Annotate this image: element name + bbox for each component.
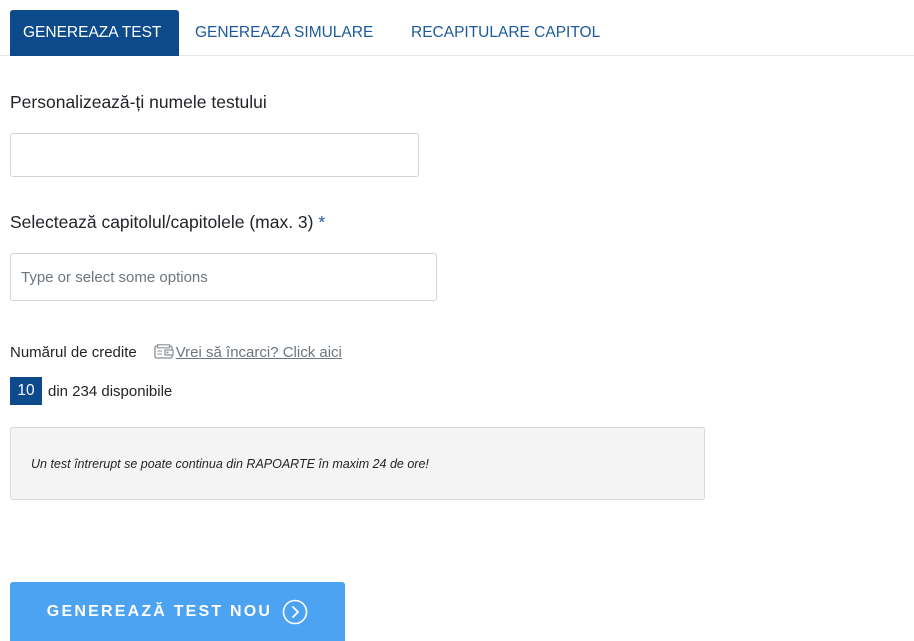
test-name-input[interactable]: [10, 133, 419, 177]
credit-count-row: 10 din 234 disponibile: [10, 377, 172, 405]
info-notice: Un test întrerupt se poate continua din …: [10, 427, 705, 500]
tab-genereaza-simulare[interactable]: GENEREAZA SIMULARE: [195, 10, 373, 56]
tab-bar: GENEREAZA TEST GENEREAZA SIMULARE RECAPI…: [0, 0, 914, 56]
tab-recapitulare-capitol[interactable]: RECAPITULARE CAPITOL: [411, 10, 600, 56]
credits-row: Numărul de credite Vrei să încarci? Clic…: [10, 341, 342, 363]
required-mark: *: [318, 212, 326, 232]
topup-link[interactable]: Vrei să încarci? Click aici: [176, 344, 342, 361]
credit-count-badge: 10: [10, 377, 42, 405]
available-credits-text: din 234 disponibile: [48, 382, 173, 400]
credits-label: Numărul de credite: [10, 343, 137, 361]
chapters-select-input[interactable]: [10, 253, 437, 301]
generate-test-button[interactable]: GENEREAZĂ TEST NOU: [10, 582, 345, 641]
chapters-label: Selectează capitolul/capitolele (max. 3): [10, 212, 314, 232]
wallet-icon[interactable]: [153, 344, 175, 360]
tab-genereaza-test[interactable]: GENEREAZA TEST: [10, 10, 179, 56]
chevron-right-circle-icon: [282, 599, 308, 625]
notice-text: Un test întrerupt se poate continua din …: [31, 456, 429, 471]
chapters-label-row: Selectează capitolul/capitolele (max. 3)…: [10, 212, 325, 233]
generate-test-button-label: GENEREAZĂ TEST NOU: [46, 602, 273, 620]
test-name-label: Personalizează-ți numele testului: [10, 92, 267, 112]
test-generator-page: GENEREAZA TEST GENEREAZA SIMULARE RECAPI…: [0, 0, 914, 641]
